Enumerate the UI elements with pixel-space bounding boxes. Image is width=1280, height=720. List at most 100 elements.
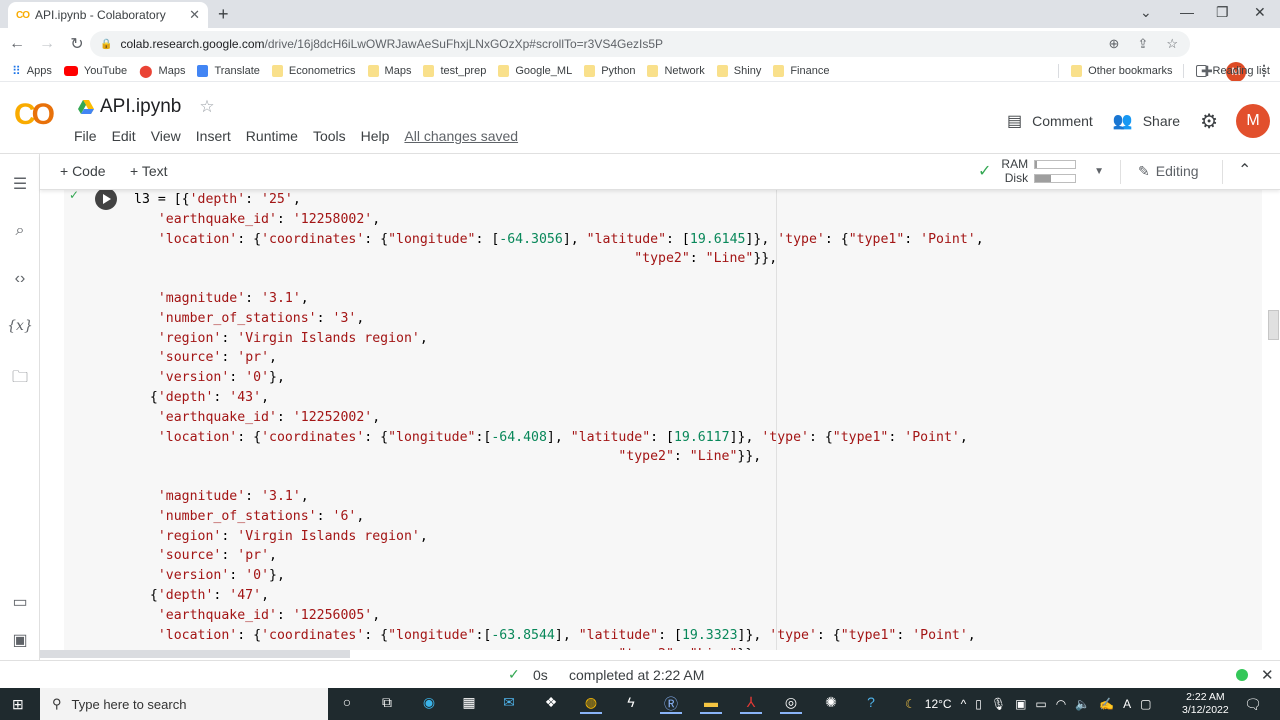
- show-hidden-icons[interactable]: ^: [961, 697, 967, 711]
- microphone-icon[interactable]: 🎙: [991, 697, 1006, 711]
- store-icon[interactable]: ▦: [458, 694, 480, 714]
- execution-duration: 0s: [533, 667, 548, 683]
- menu-help[interactable]: Help: [361, 128, 390, 144]
- add-text-cell-button[interactable]: + Text: [130, 163, 168, 179]
- bookmark-maps[interactable]: ⬤ Maps: [139, 64, 185, 78]
- bookmark-apps[interactable]: ⠿ Apps: [12, 64, 52, 78]
- camera-icon[interactable]: ▯: [975, 697, 982, 711]
- colab-logo[interactable]: CO: [14, 98, 55, 132]
- youtube-icon: [63, 65, 78, 76]
- tray-app-icon[interactable]: ▢: [1140, 697, 1151, 711]
- code-cell[interactable]: ✓ l3 = [{'depth': '25', 'earthquake_id':…: [64, 190, 1262, 650]
- close-window-button[interactable]: ✕: [1254, 4, 1266, 21]
- cortana-icon[interactable]: ○: [336, 694, 358, 714]
- acrobat-icon[interactable]: ⅄: [740, 694, 762, 714]
- connected-check-icon: ✓: [978, 163, 992, 180]
- menu-edit[interactable]: Edit: [112, 128, 136, 144]
- other-bookmarks[interactable]: Other bookmarks: [1071, 65, 1173, 77]
- back-button[interactable]: ←: [4, 35, 30, 53]
- forward-button[interactable]: →: [34, 35, 60, 53]
- horizontal-scrollbar[interactable]: [40, 650, 1280, 660]
- command-palette-icon[interactable]: ▭: [0, 592, 40, 612]
- browser-tab[interactable]: CO API.ipynb - Colaboratory ✕: [8, 2, 208, 28]
- address-bar[interactable]: 🔒 colab.research.google.com/drive/16j8dc…: [90, 31, 1190, 57]
- close-status-icon[interactable]: ✕: [1261, 666, 1274, 684]
- maps-pin-icon: ⬤: [139, 63, 153, 78]
- battery-icon[interactable]: ▭: [1035, 697, 1046, 711]
- recorder-icon[interactable]: ◎: [780, 694, 802, 714]
- pen-icon[interactable]: ✍: [1099, 697, 1114, 711]
- menu-runtime[interactable]: Runtime: [246, 128, 298, 144]
- reload-button[interactable]: ↻: [64, 34, 90, 54]
- menu-file[interactable]: File: [74, 128, 97, 144]
- resources-dropdown-icon[interactable]: ▼: [1094, 166, 1104, 177]
- toolbar-divider: [1222, 160, 1223, 184]
- chrome-icon[interactable]: ◍: [580, 694, 602, 714]
- add-code-cell-button[interactable]: + Code: [60, 163, 106, 179]
- windows-start-icon[interactable]: ⊞: [12, 696, 24, 713]
- bookmark-translate[interactable]: Translate: [197, 64, 260, 77]
- minimize-button[interactable]: —: [1180, 4, 1194, 20]
- r-app-icon[interactable]: Ⓡ: [660, 694, 682, 714]
- editing-mode-button[interactable]: ✎ Editing: [1138, 163, 1199, 180]
- notification-center-icon[interactable]: 🗨: [1244, 696, 1262, 713]
- zoom-icon[interactable]: ⊕: [1109, 36, 1120, 52]
- star-icon[interactable]: ☆: [199, 97, 214, 117]
- bookmark-google-ml[interactable]: Google_ML: [498, 64, 572, 77]
- bookmark-econometrics[interactable]: Econometrics: [271, 64, 356, 77]
- davinci-icon[interactable]: ✺: [820, 694, 842, 714]
- bookmark-star-icon[interactable]: ☆: [1166, 36, 1178, 52]
- share-button[interactable]: 👥 Share: [1113, 111, 1180, 131]
- status-bar: ✓ 0s completed at 2:22 AM ✕: [0, 660, 1280, 688]
- tab-search-icon[interactable]: ⌄: [1140, 4, 1152, 21]
- task-view-icon[interactable]: ⧉: [376, 694, 398, 714]
- save-status-link[interactable]: All changes saved: [404, 128, 518, 144]
- table-of-contents-icon[interactable]: ☰: [0, 174, 40, 194]
- new-tab-button[interactable]: +: [218, 4, 229, 25]
- weather-temperature[interactable]: 12°C: [925, 697, 952, 711]
- close-tab-icon[interactable]: ✕: [189, 7, 200, 23]
- collapse-header-icon[interactable]: ⌃: [1238, 160, 1251, 180]
- code-snippets-icon[interactable]: ‹›: [0, 270, 40, 288]
- share-page-icon[interactable]: ⇪: [1137, 36, 1148, 52]
- file-explorer-icon[interactable]: ▬: [700, 694, 722, 714]
- account-avatar[interactable]: M: [1236, 104, 1270, 138]
- help-app-icon[interactable]: ?: [860, 694, 882, 714]
- maximize-button[interactable]: ❐: [1216, 4, 1229, 21]
- search-icon[interactable]: ⌕: [0, 222, 40, 240]
- resources-indicator[interactable]: ✓ RAM Disk ▼: [978, 157, 1104, 185]
- files-folder-icon[interactable]: 🗀: [0, 366, 40, 393]
- menu-view[interactable]: View: [151, 128, 181, 144]
- bookmark-shiny[interactable]: Shiny: [716, 64, 761, 77]
- reading-list[interactable]: Reading list: [1195, 65, 1270, 77]
- bookmark-maps-folder[interactable]: Maps: [367, 64, 411, 77]
- comment-button[interactable]: ▤ Comment: [1007, 111, 1093, 131]
- bookmark-finance[interactable]: Finance: [773, 64, 829, 77]
- run-cell-button[interactable]: [95, 190, 117, 210]
- taskbar-search-box[interactable]: ⚲ Type here to search: [40, 688, 328, 720]
- mail-icon[interactable]: ✉: [498, 694, 520, 714]
- taskbar-clock[interactable]: 2:22 AM 3/12/2022: [1182, 691, 1229, 717]
- edge-icon[interactable]: ◉: [418, 694, 440, 714]
- folder-icon: [773, 64, 785, 77]
- colab-favicon-icon: CO: [16, 9, 30, 21]
- notebook-title[interactable]: API.ipynb: [100, 96, 181, 118]
- bookmark-network[interactable]: Network: [647, 64, 705, 77]
- dropbox-icon[interactable]: ❖: [540, 694, 562, 714]
- terminal-icon[interactable]: ▣: [0, 630, 40, 650]
- menu-insert[interactable]: Insert: [196, 128, 231, 144]
- bookmark-python[interactable]: Python: [584, 64, 635, 77]
- wifi-icon[interactable]: ◠: [1056, 697, 1066, 711]
- volume-icon[interactable]: 🔈: [1075, 697, 1090, 711]
- app-lightning-icon[interactable]: ϟ: [620, 694, 642, 714]
- bookmark-youtube[interactable]: YouTube: [63, 65, 127, 77]
- bookmark-test-prep[interactable]: test_prep: [423, 64, 486, 77]
- menu-tools[interactable]: Tools: [313, 128, 346, 144]
- input-language-icon[interactable]: A: [1123, 697, 1131, 711]
- settings-gear-icon[interactable]: ⚙: [1200, 109, 1218, 134]
- monitor-icon[interactable]: ▣: [1015, 697, 1026, 711]
- cell-source-code[interactable]: l3 = [{'depth': '25', 'earthquake_id': '…: [134, 190, 984, 650]
- variables-icon[interactable]: {x}: [0, 318, 40, 334]
- vertical-scrollbar-thumb[interactable]: [1268, 310, 1279, 340]
- horizontal-scrollbar-thumb[interactable]: [40, 650, 350, 658]
